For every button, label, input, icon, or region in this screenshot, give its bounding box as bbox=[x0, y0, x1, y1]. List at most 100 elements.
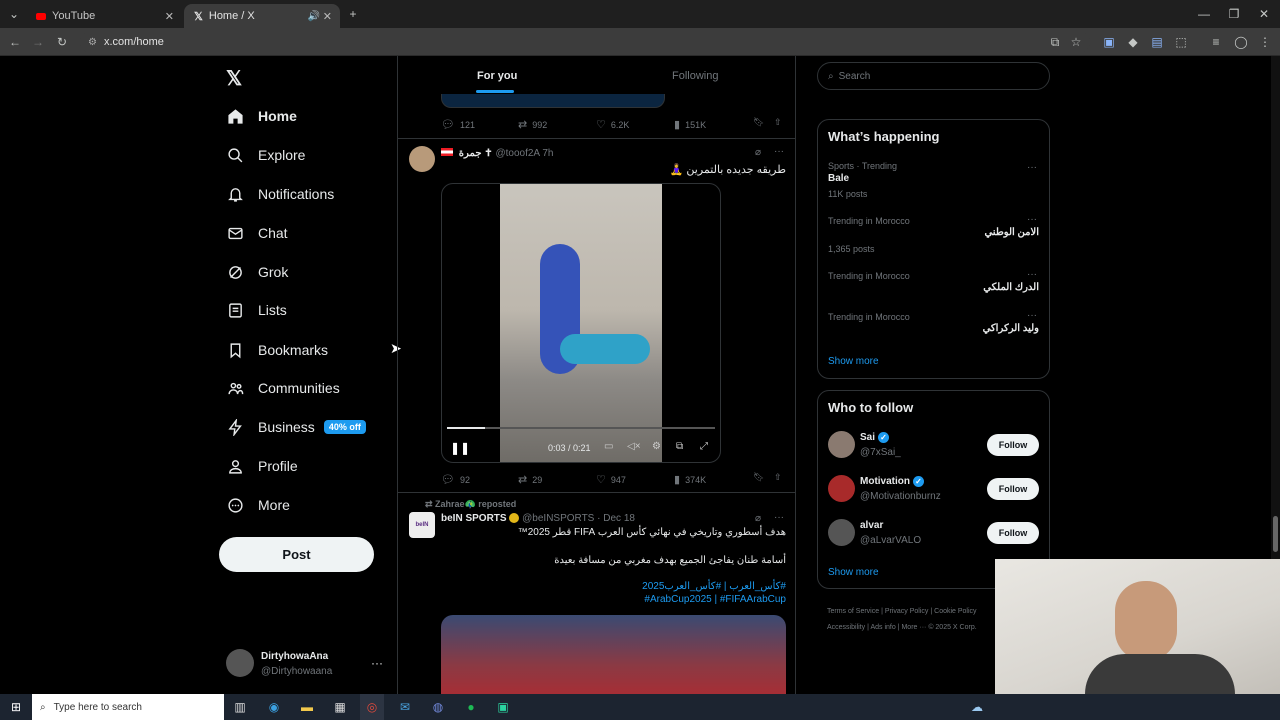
footer-link[interactable]: Cookie Policy bbox=[934, 608, 976, 615]
tweet-more-icon[interactable]: ··· bbox=[774, 146, 784, 157]
pause-icon[interactable]: ❚❚ bbox=[450, 441, 470, 455]
footer-link[interactable]: Terms of Service bbox=[827, 608, 879, 615]
reply-action[interactable]: 💬︎ 92 bbox=[441, 473, 470, 486]
scrollbar-thumb[interactable] bbox=[1273, 516, 1278, 552]
chrome-menu-icon[interactable]: ⋮ bbox=[1255, 28, 1275, 56]
profile-icon[interactable]: ◯ bbox=[1231, 28, 1251, 56]
chrome-icon[interactable]: ◎ bbox=[360, 694, 384, 720]
nav-lists[interactable]: Lists bbox=[226, 296, 287, 324]
new-tab-icon[interactable]: + bbox=[343, 0, 363, 28]
extension-translate-icon[interactable]: ▣ bbox=[1099, 28, 1119, 56]
hashtags[interactable]: #كأس_العرب | #كأس_العرب2025 bbox=[441, 581, 786, 592]
file-explorer-icon[interactable]: ▬ bbox=[295, 694, 319, 720]
nav-bookmarks[interactable]: Bookmarks bbox=[226, 336, 328, 364]
nav-home[interactable]: Home bbox=[226, 102, 297, 130]
close-tab-icon[interactable]: ✕ bbox=[323, 10, 332, 23]
trend-more-icon[interactable]: ··· bbox=[1027, 162, 1037, 173]
follow-button[interactable]: Follow bbox=[987, 522, 1039, 544]
avatar[interactable] bbox=[828, 519, 855, 546]
nav-profile[interactable]: Profile bbox=[226, 452, 298, 480]
address-bar[interactable]: ⚙ x.com/home bbox=[80, 31, 1090, 53]
captions-icon[interactable]: ▭ bbox=[604, 441, 613, 452]
nav-more[interactable]: More bbox=[226, 491, 290, 519]
like-action[interactable]: ♡ 6.2K bbox=[596, 118, 629, 131]
settings-icon[interactable]: ⚙ bbox=[652, 441, 661, 452]
mail-app-icon[interactable]: ✉ bbox=[393, 694, 417, 720]
pip-icon[interactable]: ⧉ bbox=[676, 441, 683, 452]
avatar[interactable] bbox=[409, 146, 435, 172]
speaker-icon[interactable]: 🔊 bbox=[308, 11, 320, 22]
footer-link[interactable]: Privacy Policy bbox=[885, 608, 929, 615]
spotify-icon[interactable]: ● bbox=[459, 694, 483, 720]
nav-explore[interactable]: Explore bbox=[226, 141, 305, 169]
nav-communities[interactable]: Communities bbox=[226, 374, 340, 402]
tweet-time[interactable]: Dec 18 bbox=[603, 513, 635, 524]
views-action[interactable]: ▮ 151K bbox=[674, 118, 706, 131]
follow-name[interactable]: alvar bbox=[860, 520, 883, 531]
views-action[interactable]: ▮ 374K bbox=[674, 473, 706, 486]
close-window-icon[interactable]: ✕ bbox=[1254, 0, 1274, 28]
discord-icon[interactable]: ◍ bbox=[426, 694, 450, 720]
reply-action[interactable]: 💬︎ 121 bbox=[441, 118, 475, 131]
avatar[interactable] bbox=[828, 475, 855, 502]
weather-icon[interactable]: ☁ bbox=[965, 694, 989, 720]
author-name[interactable]: beIN SPORTS bbox=[441, 513, 507, 524]
install-icon[interactable]: ⧉ bbox=[1045, 28, 1065, 56]
close-tab-icon[interactable]: ✕ bbox=[165, 10, 174, 23]
author-handle[interactable]: @beINSPORTS bbox=[522, 513, 594, 524]
media-control-icon[interactable]: ≡ bbox=[1206, 28, 1226, 56]
share-icon[interactable]: ⇧ bbox=[774, 472, 782, 483]
avatar[interactable]: beIN bbox=[409, 512, 435, 538]
trend-title[interactable]: الامن الوطني bbox=[828, 227, 1039, 238]
trend-title[interactable]: Bale bbox=[828, 173, 849, 184]
tab-for-you[interactable]: For you bbox=[477, 70, 517, 82]
search-box[interactable]: ⌕ Search bbox=[817, 62, 1050, 90]
tab-youtube[interactable]: YouTube ✕ bbox=[26, 4, 182, 28]
follow-button[interactable]: Follow bbox=[987, 434, 1039, 456]
task-view-icon[interactable]: ▥ bbox=[228, 694, 252, 720]
video-progress-track[interactable] bbox=[447, 427, 715, 429]
minimize-icon[interactable]: — bbox=[1194, 0, 1214, 28]
video-player[interactable]: ❚❚ 0:03 / 0:21 ▭ ◁× ⚙ ⧉ ⤢ bbox=[441, 183, 721, 463]
footer-link[interactable]: Accessibility bbox=[827, 624, 865, 631]
nav-notifications[interactable]: Notifications bbox=[226, 180, 334, 208]
bookmark-star-icon[interactable]: ☆ bbox=[1066, 28, 1086, 56]
nav-business[interactable]: Business 40% off bbox=[226, 413, 366, 441]
avatar[interactable] bbox=[226, 649, 254, 677]
taskbar-search[interactable]: ⌕ Type here to search bbox=[32, 694, 224, 720]
share-icon[interactable]: ⇧ bbox=[774, 117, 782, 128]
show-more-link[interactable]: Show more bbox=[828, 567, 879, 578]
forward-icon[interactable]: → bbox=[28, 28, 48, 56]
extension-diamond-icon[interactable]: ◆ bbox=[1123, 28, 1143, 56]
store-icon[interactable]: ▦ bbox=[328, 694, 352, 720]
trend-more-icon[interactable]: ··· bbox=[1027, 310, 1037, 321]
tab-search-icon[interactable]: ⌄ bbox=[4, 0, 24, 28]
account-menu-icon[interactable]: ··· bbox=[371, 656, 383, 670]
grok-tweet-icon[interactable]: ⌀ bbox=[755, 147, 761, 158]
tab-following[interactable]: Following bbox=[672, 70, 718, 82]
app-icon[interactable]: ▣ bbox=[491, 694, 515, 720]
trend-more-icon[interactable]: ··· bbox=[1027, 214, 1037, 225]
site-info-icon[interactable]: ⚙ bbox=[88, 37, 97, 48]
trend-title[interactable]: وليد الركراكي bbox=[828, 323, 1039, 334]
tweet-more-icon[interactable]: ··· bbox=[774, 512, 784, 523]
reload-icon[interactable]: ↻ bbox=[52, 28, 72, 56]
repost-action[interactable]: ⇄ 29 bbox=[518, 473, 542, 486]
tweet-media-image[interactable] bbox=[441, 615, 786, 696]
bookmark-action-icon[interactable]: 🔖︎ bbox=[753, 472, 764, 483]
nav-chat[interactable]: Chat bbox=[226, 219, 288, 247]
previous-tweet-media[interactable] bbox=[441, 94, 665, 108]
tweet-time[interactable]: 7h bbox=[542, 148, 553, 159]
follow-button[interactable]: Follow bbox=[987, 478, 1039, 500]
like-action[interactable]: ♡ 947 bbox=[596, 473, 626, 486]
windows-start-icon[interactable]: ⊞ bbox=[4, 694, 28, 720]
footer-link[interactable]: More ··· bbox=[901, 624, 926, 631]
restore-icon[interactable]: ❐ bbox=[1224, 0, 1244, 28]
edge-icon[interactable]: ◉ bbox=[262, 694, 286, 720]
repost-action[interactable]: ⇄ 992 bbox=[518, 118, 547, 131]
bookmark-action-icon[interactable]: 🔖︎ bbox=[753, 117, 764, 128]
nav-grok[interactable]: Grok bbox=[226, 258, 288, 286]
show-more-link[interactable]: Show more bbox=[828, 356, 879, 367]
trend-more-icon[interactable]: ··· bbox=[1027, 269, 1037, 280]
author-handle[interactable]: @tooof2A bbox=[495, 148, 539, 159]
